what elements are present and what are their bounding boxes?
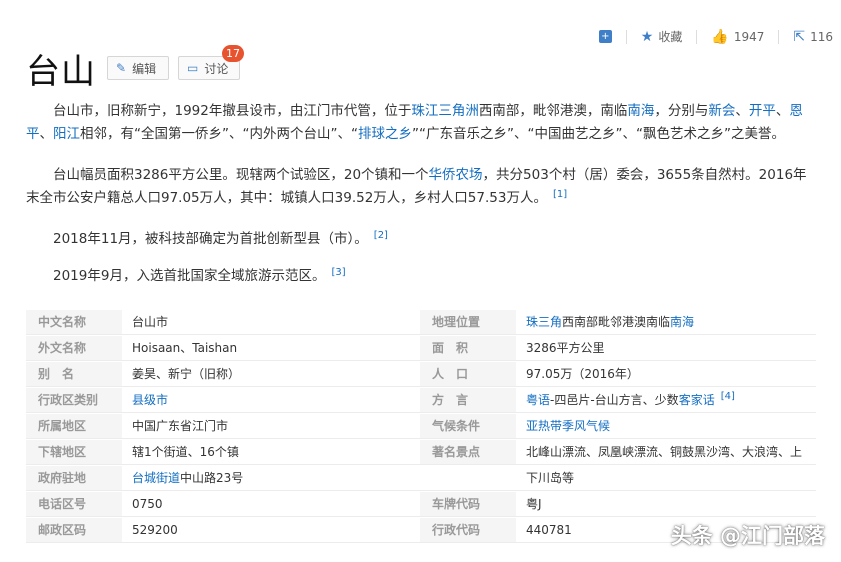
pencil-icon: ✎: [116, 61, 127, 75]
action-toolbar: + ★ 收藏 👍 1947 ⇱ 116: [585, 28, 833, 45]
chat-icon: ▭: [187, 61, 199, 75]
info-label: 外文名称: [26, 336, 122, 361]
info-value: 粤J: [526, 497, 542, 511]
star-icon: ★: [640, 28, 654, 45]
info-label: 行政区类别: [26, 388, 122, 413]
share-button[interactable]: ⇱ 116: [793, 29, 833, 45]
ref-link[interactable]: [2]: [374, 230, 388, 241]
info-value: 97.05万（2016年）: [526, 367, 639, 381]
link-prd[interactable]: 珠三角: [526, 315, 562, 329]
info-value: 粤语-四邑片-台山方言、少数客家话 [4]: [526, 391, 735, 407]
link-county-city[interactable]: 县级市: [132, 393, 168, 407]
info-label: 人 口: [420, 362, 516, 387]
info-value: 台山市: [132, 315, 169, 329]
info-value: 529200: [132, 523, 178, 537]
plus-icon: +: [598, 30, 612, 43]
area-paragraph: 台山幅员面积3286平方公里。现辖两个试验区，20个镇和一个华侨农场，共分503…: [26, 167, 807, 206]
row-divider: [26, 464, 816, 465]
info-label: 所属地区: [26, 414, 122, 439]
row-divider: [26, 438, 816, 439]
link-cantonese[interactable]: 粤语: [526, 393, 550, 407]
info-row: 外文名称 Hoisaan、Taishan 面 积 3286平方公里: [26, 336, 816, 361]
info-value: 县级市: [132, 388, 420, 413]
link-taicheng[interactable]: 台城街道: [132, 471, 180, 485]
innovation-paragraph: 2018年11月，被科技部确定为首批创新型县（市）。 [2]: [53, 230, 388, 247]
link-climate[interactable]: 亚热带季风气候: [526, 419, 610, 433]
info-label: 别 名: [26, 362, 122, 387]
link-yangjiang[interactable]: 阳江: [53, 126, 80, 142]
info-row: 政府驻地 台城街道中山路23号 下川岛等: [26, 466, 816, 491]
row-divider: [26, 490, 816, 491]
row-divider: [26, 412, 816, 413]
row-divider: [26, 334, 816, 335]
info-value: 3286平方公里: [526, 341, 605, 355]
thumbs-up-icon: 👍: [711, 28, 729, 45]
tourism-paragraph: 2019年9月，入选首批国家全域旅游示范区。 [3]: [53, 267, 346, 284]
link-overseas-farm[interactable]: 华侨农场: [429, 167, 483, 183]
info-row: 别 名 姜昊、新宁（旧称） 人 口 97.05万（2016年）: [26, 362, 816, 387]
info-value: 亚热带季风气候: [526, 414, 816, 439]
share-icon: ⇱: [793, 28, 806, 45]
watermark: 头条 @江门部落: [670, 524, 825, 548]
ref-link[interactable]: [4]: [721, 391, 735, 402]
row-divider: [26, 516, 816, 517]
info-label: 面 积: [420, 336, 516, 361]
link-xinhui[interactable]: 新会: [708, 103, 735, 119]
ref-link[interactable]: [1]: [553, 189, 567, 200]
intro-paragraph: 台山市，旧称新宁，1992年撤县设市，由江门市代管，位于珠江三角洲西南部，毗邻港…: [26, 103, 803, 142]
divider: [696, 29, 698, 44]
link-hakka[interactable]: 客家话: [679, 393, 715, 407]
info-value: 北峰山漂流、凤凰峡漂流、铜鼓黑沙湾、大浪湾、上: [526, 445, 803, 459]
info-value: 台城街道中山路23号: [132, 471, 244, 485]
info-row: 中文名称 台山市 地理位置 珠三角西南部毗邻港澳南临南海: [26, 310, 816, 335]
info-label: 车牌代码: [420, 492, 516, 517]
share-count: 116: [810, 29, 833, 44]
row-divider: [26, 360, 816, 361]
divider: [625, 29, 627, 44]
info-value: 姜昊、新宁（旧称）: [132, 367, 241, 381]
like-button[interactable]: 👍 1947: [711, 29, 764, 45]
info-value: 中国广东省江门市: [132, 419, 229, 433]
collect-label: 收藏: [658, 30, 683, 44]
like-count: 1947: [733, 29, 765, 44]
link-south-sea[interactable]: 南海: [670, 315, 694, 329]
add-button[interactable]: +: [598, 30, 612, 43]
info-row: 所属地区 中国广东省江门市 气候条件 亚热带季风气候: [26, 414, 816, 439]
ref-link[interactable]: [3]: [331, 267, 345, 278]
info-label: 气候条件: [420, 414, 516, 439]
link-volleyball[interactable]: 排球之乡: [358, 126, 412, 142]
info-label: 方 言: [420, 388, 516, 413]
info-value: 下川岛等: [526, 471, 575, 485]
discuss-label: 讨论: [204, 61, 229, 76]
edit-button[interactable]: ✎ 编辑: [107, 56, 169, 80]
info-label: 著名景点: [420, 440, 516, 465]
page-title: 台山: [26, 52, 96, 92]
info-label: 下辖地区: [26, 440, 122, 465]
info-label: [420, 466, 516, 491]
info-label: 行政代码: [420, 518, 516, 543]
edit-label: 编辑: [132, 61, 157, 76]
info-value: 0750: [132, 497, 163, 511]
link-prd[interactable]: 珠江三角洲: [411, 103, 479, 119]
discuss-count-badge: 17: [222, 45, 244, 62]
info-label: 电话区号: [26, 492, 122, 517]
info-label: 政府驻地: [26, 466, 122, 491]
info-label: 邮政区码: [26, 518, 122, 543]
info-row: 行政区类别 县级市 方 言 粤语-四邑片-台山方言、少数客家话 [4]: [26, 388, 816, 413]
link-south-sea[interactable]: 南海: [627, 103, 654, 119]
info-value: 珠三角西南部毗邻港澳南临南海: [526, 315, 695, 329]
info-row: 下辖地区 辖1个街道、16个镇 著名景点 北峰山漂流、凤凰峡漂流、铜鼓黑沙湾、大…: [26, 440, 816, 465]
row-divider: [26, 386, 816, 387]
info-value: Hoisaan、Taishan: [132, 341, 238, 355]
info-value: 辖1个街道、16个镇: [132, 445, 239, 459]
divider: [778, 29, 780, 44]
info-label: 中文名称: [26, 310, 122, 335]
collect-button[interactable]: ★ 收藏: [641, 28, 683, 45]
info-label: 地理位置: [420, 310, 516, 335]
link-kaiping[interactable]: 开平: [749, 103, 776, 119]
info-row: 电话区号 0750 车牌代码 粤J: [26, 492, 816, 517]
